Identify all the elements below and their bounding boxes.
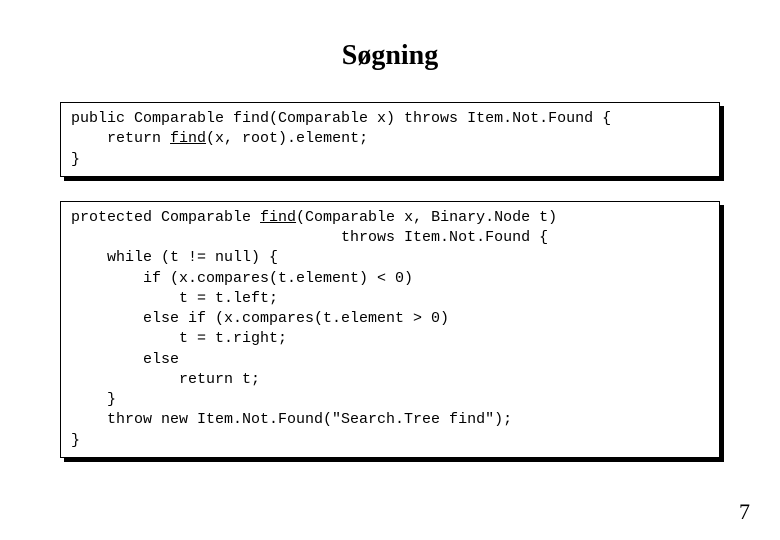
code-line: t = t.left; xyxy=(71,290,278,307)
code-keyword-find: find xyxy=(170,130,206,147)
code-line: (Comparable x, Binary.Node t) xyxy=(296,209,566,226)
code-block-1: public Comparable find(Comparable x) thr… xyxy=(60,102,720,177)
code-line: } xyxy=(71,391,116,408)
code-line: (x, root).element; xyxy=(206,130,368,147)
code-line: } xyxy=(71,151,80,168)
slide: Søgning public Comparable find(Comparabl… xyxy=(0,0,780,540)
code-block-2: protected Comparable find(Comparable x, … xyxy=(60,201,720,458)
code-line: else xyxy=(71,351,179,368)
code-line: throws Item.Not.Found { xyxy=(71,229,548,246)
page-number: 7 xyxy=(739,499,750,525)
code-line: return xyxy=(71,130,170,147)
code-line: if (x.compares(t.element) < 0) xyxy=(71,270,413,287)
code-line: t = t.right; xyxy=(71,330,287,347)
code-line: throw new Item.Not.Found("Search.Tree fi… xyxy=(71,411,512,428)
code-line: else if (x.compares(t.element > 0) xyxy=(71,310,449,327)
code-keyword-find: find xyxy=(260,209,296,226)
page-title: Søgning xyxy=(60,40,720,72)
code-line: } xyxy=(71,432,80,449)
code-line: return t; xyxy=(71,371,260,388)
code-line: while (t != null) { xyxy=(71,249,278,266)
code-line: public Comparable find(Comparable x) thr… xyxy=(71,110,611,127)
code-line: protected Comparable xyxy=(71,209,260,226)
